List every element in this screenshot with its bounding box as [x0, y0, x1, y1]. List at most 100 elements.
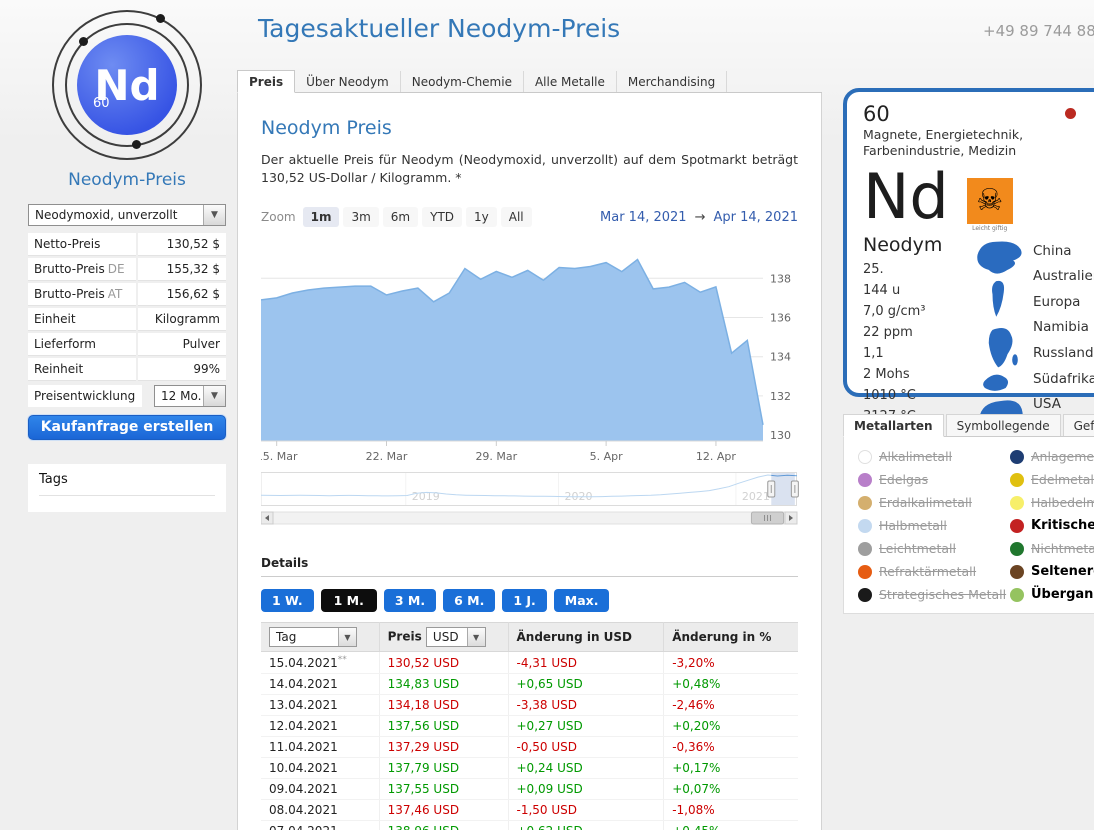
- legend-label: Strategisches Metall: [879, 587, 1007, 602]
- phone-number: +49 89 744 88: [983, 22, 1094, 40]
- sidebar-info-row: Brutto-Preis AT 156,62 $: [28, 283, 226, 306]
- trend-select[interactable]: 12 Mo. ▼: [154, 385, 226, 407]
- svg-text:132: 132: [770, 390, 791, 403]
- period-button-1j[interactable]: 1 J.: [502, 589, 547, 613]
- date-text: 07.04.2021: [269, 824, 338, 830]
- cell-date: 11.04.2021: [261, 736, 380, 759]
- zoom-button-all[interactable]: All: [500, 207, 532, 228]
- arrow-right-icon: →: [694, 209, 706, 225]
- electron-dot-icon: [132, 140, 141, 149]
- cell-change-usd: -3,38 USD: [508, 694, 665, 717]
- zoom-button-6m[interactable]: 6m: [382, 207, 419, 228]
- tab-neodym-chemie[interactable]: Neodym-Chemie: [401, 71, 524, 92]
- legend-dot-icon: [1010, 449, 1024, 464]
- cell-change-pct: -3,20%: [663, 651, 798, 675]
- cell-change-usd: -4,31 USD: [508, 651, 665, 675]
- legend-tab-symbollegende[interactable]: Symbollegende: [945, 414, 1061, 436]
- cell-date: 15.04.2021**: [261, 651, 380, 675]
- info-value: 155,32 $: [137, 258, 226, 281]
- element-number: 60: [93, 96, 110, 111]
- info-label-text: Brutto-Preis: [34, 287, 105, 301]
- element-spec: 144 u: [863, 282, 901, 298]
- legend-tab-gefahrensymbole[interactable]: Gefahrensymbole: [1062, 414, 1094, 436]
- svg-text:29. Mar: 29. Mar: [475, 450, 517, 463]
- legend-item[interactable]: Leichtmetall: [858, 541, 1010, 556]
- tab-alle-metalle[interactable]: Alle Metalle: [524, 71, 617, 92]
- zoom-button-1y[interactable]: 1y: [466, 207, 497, 228]
- period-button-6m[interactable]: 6 M.: [443, 589, 496, 613]
- date-to-input[interactable]: Apr 14, 2021: [713, 210, 798, 225]
- chevron-down-icon: ▼: [203, 205, 225, 225]
- info-label-text: Brutto-Preis: [34, 262, 105, 276]
- cell-price: 137,46 USD: [379, 799, 509, 822]
- cell-change-pct: +0,20%: [663, 715, 798, 738]
- date-text: 10.04.2021: [269, 761, 338, 776]
- legend-label: Seltenerdmetall: [1031, 564, 1094, 579]
- navigator-chart[interactable]: 201920202021: [260, 472, 799, 527]
- legend-item[interactable]: Strategisches Metall: [858, 587, 1010, 602]
- legend-item[interactable]: Seltenerdmetall: [1010, 564, 1094, 579]
- tab--ber-neodym[interactable]: Über Neodym: [295, 71, 401, 92]
- period-button-1m[interactable]: 1 M.: [320, 589, 377, 613]
- area-chart: 130 132 134 136 138 15. Mar 22. Mar 29. Mar 5. A…: [256, 258, 791, 463]
- legend-item[interactable]: Refraktärmetall: [858, 564, 1010, 579]
- svg-text:138: 138: [770, 273, 791, 286]
- period-button-1w[interactable]: 1 W.: [261, 589, 314, 613]
- legend-item[interactable]: Halbedelmetall: [1010, 495, 1094, 510]
- tab-merchandising[interactable]: Merchandising: [617, 71, 728, 92]
- price-info-table: Netto-Preis 130,52 $ Brutto-Preis DE 155,32 …: [28, 233, 226, 381]
- sidebar-title: Neodym-Preis: [68, 170, 186, 190]
- cell-change-usd: +0,65 USD: [508, 673, 665, 696]
- skull-icon: ☠: [966, 177, 1013, 224]
- info-label-text: Netto-Preis: [34, 237, 101, 251]
- date-range: Mar 14, 2021 → Apr 14, 2021: [600, 210, 798, 225]
- svg-text:130: 130: [770, 429, 791, 442]
- legend-label: Refraktärmetall: [879, 564, 977, 579]
- legend-item[interactable]: Edelmetall: [1010, 472, 1094, 487]
- element-card-symbol: Nd: [863, 159, 949, 233]
- critical-metal-dot-icon: [1065, 108, 1076, 119]
- col-header-change-pct: Änderung in %: [663, 622, 798, 653]
- legend-item[interactable]: Anlagemetall: [1010, 449, 1094, 464]
- legend-item[interactable]: Übergangsmetall: [1010, 587, 1094, 602]
- product-select[interactable]: Neodymoxid, unverzollt ▼: [28, 204, 226, 226]
- legend-dot-icon: [858, 564, 872, 579]
- legend-item[interactable]: Halbmetall: [858, 518, 1010, 533]
- legend-dot-icon: [858, 587, 872, 602]
- date-footnote: **: [337, 655, 347, 666]
- legend-item[interactable]: Edelgas: [858, 472, 1010, 487]
- period-button-max[interactable]: Max.: [553, 589, 610, 613]
- legend-dot-icon: [1010, 472, 1024, 487]
- chart-toolbar: Zoom 1m 3m 6m YTD 1y All Mar 14, 2021 → Apr 1…: [261, 207, 798, 228]
- legend-item[interactable]: Alkalimetall: [858, 449, 1010, 464]
- element-spec: 7,0 g/cm³: [863, 303, 926, 319]
- period-button-3m[interactable]: 3 M.: [383, 589, 437, 613]
- zoom-button-1m[interactable]: 1m: [302, 207, 340, 228]
- zoom-button-3m[interactable]: 3m: [343, 207, 379, 228]
- legend-dot-icon: [1010, 495, 1024, 510]
- legend-item[interactable]: Kritisches Metall: [1010, 518, 1094, 533]
- currency-select-value: USD: [432, 630, 459, 645]
- date-text: 13.04.2021: [269, 698, 338, 713]
- legend-label: Edelgas: [879, 472, 929, 487]
- date-from-input[interactable]: Mar 14, 2021: [600, 210, 687, 225]
- cell-price: 137,56 USD: [379, 715, 509, 738]
- chart-navigator[interactable]: 201920202021: [260, 472, 799, 530]
- legend-item[interactable]: Erdalkalimetall: [858, 495, 1010, 510]
- cell-price: 138,96 USD: [379, 820, 509, 830]
- legend-item[interactable]: Nichtmetall: [1010, 541, 1094, 556]
- cell-change-usd: +0,27 USD: [508, 715, 665, 738]
- tab-preis[interactable]: Preis: [237, 70, 296, 93]
- metal-type-dots: [1065, 108, 1094, 119]
- legend-tab-metallarten[interactable]: Metallarten: [843, 414, 944, 437]
- buy-request-button[interactable]: Kaufanfrage erstellen: [28, 415, 226, 440]
- preis-label: Preis: [387, 629, 422, 644]
- tag-select[interactable]: Tag ▼: [269, 627, 357, 648]
- main-tabbar: Preis Über Neodym Neodym-Chemie Alle Metall…: [237, 70, 822, 93]
- table-row: 09.04.2021 137,55 USD +0,09 USD +0,07%: [261, 778, 798, 801]
- table-row: 13.04.2021 134,18 USD -3,38 USD -2,46%: [261, 694, 798, 717]
- currency-select[interactable]: USD ▼: [425, 627, 486, 648]
- zoom-button-ytd[interactable]: YTD: [422, 207, 463, 228]
- section-heading: Neodym Preis: [261, 117, 392, 139]
- info-value: Pulver: [137, 333, 226, 356]
